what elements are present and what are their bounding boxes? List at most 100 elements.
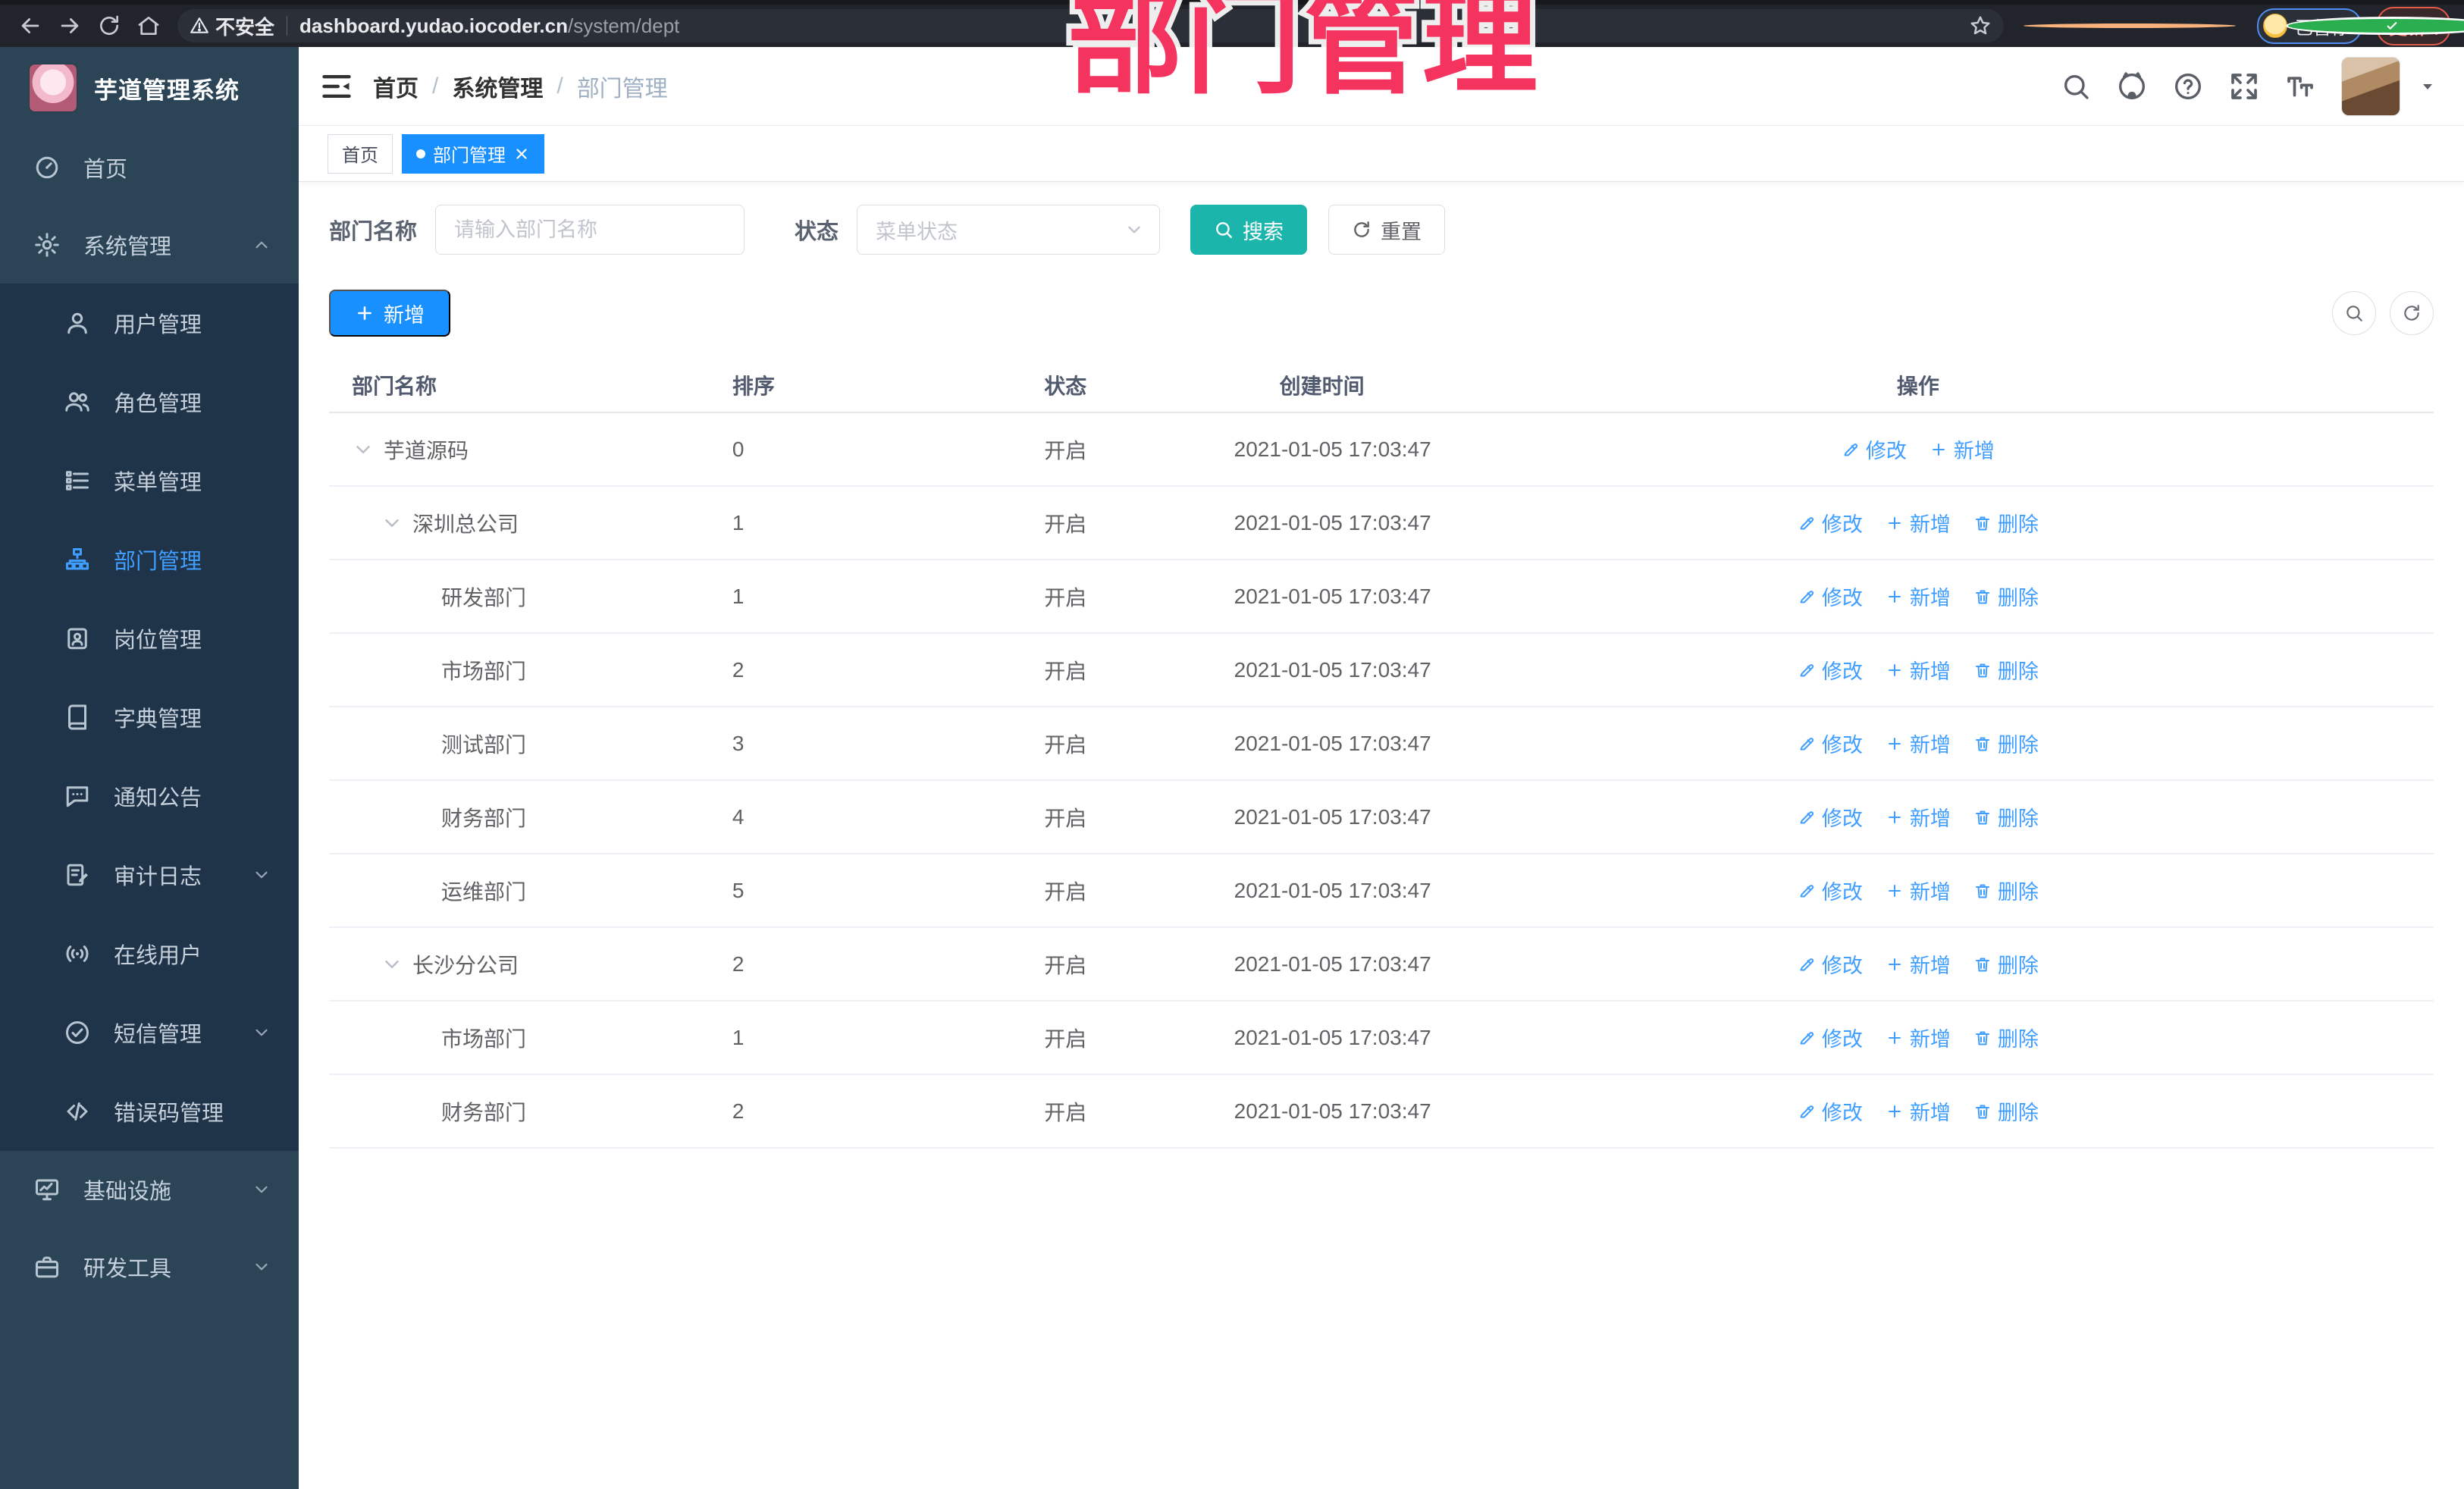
search-button[interactable]: 搜索 [1190,205,1308,255]
sidebar-toggle-icon[interactable] [320,70,353,103]
expand-caret-icon[interactable] [381,512,403,534]
page-content: 部门名称 状态 菜单状态 搜索 重置 [299,182,2464,1489]
forward-icon[interactable] [53,9,86,42]
row-action-add[interactable]: 新增 [1886,729,1951,758]
sidebar-item-短信管理[interactable]: 短信管理 [0,993,299,1072]
table-row: 市场部门 1 开启 2021-01-05 17:03:47 修改 新增 删除 [329,1001,2434,1075]
actions-cell: 修改 新增 删除 [1738,486,2097,560]
refresh-button[interactable] [2390,291,2434,335]
home-icon[interactable] [132,9,165,42]
book-icon [64,704,91,731]
url-text[interactable]: dashboard.yudao.iocoder.cn/system/dept [299,14,679,38]
sidebar-item-审计日志[interactable]: 审计日志 [0,835,299,914]
extension-orange-icon[interactable] [2024,24,2236,28]
row-action-edit[interactable]: 修改 [1842,434,1907,464]
row-action-edit[interactable]: 修改 [1798,876,1863,905]
row-action-edit[interactable]: 修改 [1798,1096,1863,1126]
dept-name: 芋道源码 [384,438,469,462]
sidebar-item-研发工具[interactable]: 研发工具 [0,1228,299,1306]
row-action-add[interactable]: 新增 [1886,1096,1951,1126]
sort-cell: 1 [686,1001,1003,1075]
row-action-add[interactable]: 新增 [1886,581,1951,611]
row-action-add[interactable]: 新增 [1886,508,1951,538]
row-action-edit[interactable]: 修改 [1798,949,1863,979]
row-action-edit[interactable]: 修改 [1798,729,1863,758]
sidebar-item-错误码管理[interactable]: 错误码管理 [0,1072,299,1151]
row-action-delete[interactable]: 删除 [1973,949,2039,979]
code-icon [64,1098,91,1125]
row-action-edit[interactable]: 修改 [1798,655,1863,685]
row-action-add[interactable]: 新增 [1886,949,1951,979]
reset-button[interactable]: 重置 [1328,205,1446,255]
fullscreen-icon[interactable] [2229,71,2259,102]
row-action-add[interactable]: 新增 [1886,655,1951,685]
row-action-delete[interactable]: 删除 [1973,581,2039,611]
github-icon[interactable] [2117,71,2147,102]
tag-首页[interactable]: 首页 [328,133,393,174]
expand-caret-icon[interactable] [381,953,403,976]
sidebar-item-用户管理[interactable]: 用户管理 [0,284,299,362]
row-action-delete[interactable]: 删除 [1973,508,2039,538]
status-label: 状态 [795,220,839,244]
back-icon[interactable] [14,9,47,42]
table-toolbar: 新增 [329,290,2434,337]
sidebar-item-角色管理[interactable]: 角色管理 [0,362,299,441]
sidebar-item-菜单管理[interactable]: 菜单管理 [0,441,299,520]
row-action-add[interactable]: 新增 [1886,1023,1951,1052]
row-action-add[interactable]: 新增 [1886,876,1951,905]
dept-name-cell: 市场部门 [329,633,687,707]
row-action-edit[interactable]: 修改 [1798,802,1863,832]
sidebar-item-字典管理[interactable]: 字典管理 [0,678,299,757]
status-cell: 开启 [1002,854,1234,928]
question-icon[interactable] [2173,71,2203,102]
row-action-delete[interactable]: 删除 [1973,802,2039,832]
sidebar-item-部门管理[interactable]: 部门管理 [0,520,299,599]
sidebar-item-基础设施[interactable]: 基础设施 [0,1151,299,1228]
hide-search-button[interactable] [2332,291,2376,335]
expand-caret-icon[interactable] [352,438,375,461]
sidebar-item-通知公告[interactable]: 通知公告 [0,757,299,835]
extension-gem-icon[interactable] [2249,14,2272,37]
row-action-delete[interactable]: 删除 [1973,729,2039,758]
breadcrumb-system[interactable]: 系统管理 [452,70,543,103]
status-select[interactable]: 菜单状态 [857,205,1161,255]
row-action-delete[interactable]: 删除 [1973,876,2039,905]
bookmark-star-icon[interactable] [1969,14,1992,37]
row-action-add[interactable]: 新增 [1930,434,1995,464]
sidebar-item-首页[interactable]: 首页 [0,129,299,206]
close-icon[interactable] [513,146,530,162]
app-logo[interactable]: 芋道管理系统 [0,47,299,129]
org-icon [64,546,91,573]
row-action-edit[interactable]: 修改 [1798,581,1863,611]
row-action-delete[interactable]: 删除 [1973,1023,2039,1052]
row-action-delete[interactable]: 删除 [1973,1096,2039,1126]
fontsize-icon[interactable] [2285,71,2315,102]
status-cell: 开启 [1002,633,1234,707]
dept-name-cell: 深圳总公司 [329,486,687,560]
security-warning[interactable]: 不安全 [190,12,274,40]
tag-部门管理[interactable]: 部门管理 [402,133,544,174]
add-button[interactable]: 新增 [329,290,450,337]
dept-name: 研发部门 [441,585,527,610]
sidebar-item-系统管理[interactable]: 系统管理 [0,206,299,284]
row-action-edit[interactable]: 修改 [1798,508,1863,538]
sidebar-item-岗位管理[interactable]: 岗位管理 [0,599,299,678]
dashboard-icon [33,154,61,181]
actions-cell: 修改 新增 删除 [1738,854,2097,928]
spacer-cell [2096,1074,2434,1149]
row-action-edit[interactable]: 修改 [1798,1023,1863,1052]
reload-icon[interactable] [92,9,126,42]
address-bar[interactable]: 不安全 dashboard.yudao.iocoder.cn/system/de… [177,9,2004,42]
row-action-delete[interactable]: 删除 [1973,655,2039,685]
table-body: 芋道源码 0 开启 2021-01-05 17:03:47 修改 新增 深圳总公司 1 开启 20… [329,412,2434,1149]
dept-name-input[interactable] [435,205,745,255]
dept-name-cell: 研发部门 [329,560,687,634]
user-avatar[interactable] [2341,56,2400,116]
search-icon[interactable] [2061,71,2091,102]
status-cell: 开启 [1002,560,1234,634]
sidebar-item-在线用户[interactable]: 在线用户 [0,914,299,993]
breadcrumb-home[interactable]: 首页 [373,70,419,103]
chevron-down-icon[interactable] [2419,77,2437,96]
row-action-add[interactable]: 新增 [1886,802,1951,832]
created-cell: 2021-01-05 17:03:47 [1234,560,1739,634]
